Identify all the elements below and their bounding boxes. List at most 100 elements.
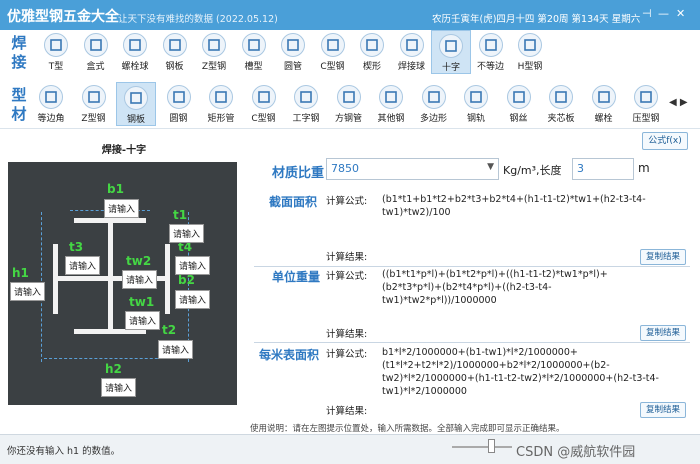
toolbar-item-profiled-steel[interactable]: 压型钢 <box>626 82 666 126</box>
sandwich-panel-icon <box>549 85 573 109</box>
toolbar-item-steel-plate[interactable]: 钢板 <box>155 30 195 74</box>
toolbar-item-label: 多边形 <box>419 114 447 124</box>
unequal-angle-icon <box>478 33 503 57</box>
c-section-icon <box>320 33 345 57</box>
toolbar-item-z-section[interactable]: Z型钢 <box>74 82 114 126</box>
cross-section-icon <box>439 34 463 58</box>
toolbar-item-equal-angle[interactable]: 等边角 <box>31 82 71 126</box>
toolbar-item-other-steel[interactable]: 其他钢 <box>371 82 411 126</box>
toolbar-item-label: 其他钢 <box>377 114 405 124</box>
label-b1: b1 <box>107 182 124 196</box>
input-t3[interactable]: 请输入 <box>65 256 101 275</box>
app-subtitle: 让天下没有难找的数据 (2022.05.12) <box>118 14 278 25</box>
rect-tube-icon <box>209 85 233 109</box>
length-input[interactable]: 3 <box>572 158 634 180</box>
surface-formula-label: 计算公式: <box>326 349 368 360</box>
c-section-icon <box>251 85 276 109</box>
toolbar-item-rect-tube[interactable]: 矩形管 <box>201 82 241 126</box>
toolbar-item-bolt[interactable]: 螺栓 <box>584 82 624 126</box>
status-bar: 你还没有输入 h1 的数值。 CSDN @威航软件园 <box>0 434 700 464</box>
toolbar-item-wedge[interactable]: 楔形 <box>352 30 392 74</box>
toolbar-item-label: 不等边 <box>476 62 504 72</box>
toolbar-item-wire[interactable]: 钢丝 <box>499 82 539 126</box>
h-beam-icon <box>518 33 542 57</box>
input-h1[interactable]: 请输入 <box>10 282 46 301</box>
round-bar-icon <box>166 85 191 109</box>
divider <box>254 266 690 267</box>
toolbar-row-profile: 型材 等边角 Z型钢 钢板 圆钢 矩形管 C型钢 工字钢 方钢管 其他钢 多边形 钢轨 钢丝 夹芯板 螺栓… <box>0 82 700 126</box>
toolbar-nav-arrows[interactable]: ◀ ▶ <box>669 97 688 108</box>
area-formula-label: 计算公式: <box>326 196 368 207</box>
label-h2: h2 <box>105 362 122 376</box>
bolt-icon <box>591 85 616 109</box>
zoom-slider-thumb[interactable] <box>488 439 495 453</box>
row-label-profile: 型材 <box>11 86 27 123</box>
other-steel-icon <box>379 85 403 109</box>
input-t4[interactable]: 请输入 <box>175 256 211 275</box>
input-b2[interactable]: 请输入 <box>175 290 211 309</box>
toolbar-item-welded-ball[interactable]: 焊接球 <box>392 30 432 74</box>
length-value: 3 <box>577 162 584 175</box>
density-select[interactable]: 7850 ▼ <box>326 158 499 180</box>
lunar-date: 农历壬寅年(虎)四月十四 第20周 第134天 星期六 <box>432 14 641 25</box>
toolbar-item-label: 压型钢 <box>632 114 660 124</box>
toolbar-item-polygon[interactable]: 多边形 <box>414 82 454 126</box>
chevron-down-icon: ▼ <box>487 162 494 172</box>
label-tw1: tw1 <box>129 295 155 309</box>
z-section-icon <box>81 85 106 109</box>
weight-result-label: 计算结果: <box>326 329 368 340</box>
toolbar-item-round-bar[interactable]: 圆钢 <box>159 82 199 126</box>
toolbar-item-z-section[interactable]: Z型钢 <box>194 30 234 74</box>
toolbar-item-cross-section[interactable]: 十字 <box>431 30 471 74</box>
input-tw2[interactable]: 请输入 <box>122 270 158 289</box>
rail-icon <box>464 85 488 109</box>
toolbar-item-t-section[interactable]: T型 <box>36 30 76 74</box>
formula-button[interactable]: 公式f(x) <box>642 132 688 150</box>
toolbar-item-label: 十字 <box>441 63 460 73</box>
toolbar-item-round-tube[interactable]: 圆管 <box>273 30 313 74</box>
label-t1: t1 <box>173 208 188 222</box>
label-b2: b2 <box>178 273 195 287</box>
toolbar-item-h-beam[interactable]: H型钢 <box>510 30 550 74</box>
input-h2[interactable]: 请输入 <box>101 378 137 397</box>
toolbar-item-c-section[interactable]: C型钢 <box>313 30 353 74</box>
area-formula: (b1*t1+b1*t2+b2*t3+b2*t4+(h1-t1-t2)*tw1+… <box>382 194 646 218</box>
toolbar-item-rail[interactable]: 钢轨 <box>456 82 496 126</box>
surface-copy-button[interactable]: 复制结果 <box>640 402 686 418</box>
surface-title: 每米表面积 <box>259 348 320 362</box>
close-icon[interactable]: ✕ <box>676 8 685 20</box>
label-tw2: tw2 <box>126 254 152 268</box>
zoom-slider[interactable] <box>452 446 512 448</box>
input-b1[interactable]: 请输入 <box>104 199 140 218</box>
toolbar-item-label: 圆钢 <box>169 114 188 124</box>
minimize-icon[interactable]: — <box>658 8 669 20</box>
diagram-title: 焊接-十字 <box>101 145 147 156</box>
weight-copy-button[interactable]: 复制结果 <box>640 325 686 341</box>
toolbar-item-label: 钢轨 <box>466 114 485 124</box>
weight-title: 单位重量 <box>272 270 321 284</box>
toolbar-item-box-section[interactable]: 盒式 <box>76 30 116 74</box>
label-t2: t2 <box>162 323 177 337</box>
surface-result-label: 计算结果: <box>326 406 368 417</box>
toolbar-item-unequal-angle[interactable]: 不等边 <box>471 30 511 74</box>
surface-formula: b1*l*2/1000000+(b1-tw1)*l*2/1000000+(t1*… <box>382 347 659 397</box>
input-t2[interactable]: 请输入 <box>158 340 194 359</box>
pin-icon[interactable]: ⊣ <box>642 8 652 20</box>
toolbar-item-sandwich-panel[interactable]: 夹芯板 <box>541 82 581 126</box>
toolbar-item-bolt-ball[interactable]: 螺栓球 <box>115 30 155 74</box>
toolbar-item-label: 钢丝 <box>509 114 528 124</box>
toolbar-item-i-beam[interactable]: 工字钢 <box>286 82 326 126</box>
toolbar-item-steel-plate[interactable]: 钢板 <box>116 82 156 126</box>
input-tw1[interactable]: 请输入 <box>125 311 161 330</box>
welded-ball-icon <box>399 33 424 57</box>
toolbar-item-square-tube[interactable]: 方钢管 <box>329 82 369 126</box>
input-t1[interactable]: 请输入 <box>169 224 205 243</box>
toolbar-item-channel[interactable]: 槽型 <box>234 30 274 74</box>
toolbar-item-label: 夹芯板 <box>547 114 575 124</box>
length-unit: m <box>638 161 650 175</box>
cross-section-diagram: b1 t1 t3 t4 tw2 b2 h1 tw1 t2 h2 请输入 请输入 … <box>8 162 237 405</box>
toolbar-item-c-section[interactable]: C型钢 <box>244 82 284 126</box>
area-result-label: 计算结果: <box>326 252 368 263</box>
weight-formula-label: 计算公式: <box>326 271 368 282</box>
area-copy-button[interactable]: 复制结果 <box>640 249 686 265</box>
